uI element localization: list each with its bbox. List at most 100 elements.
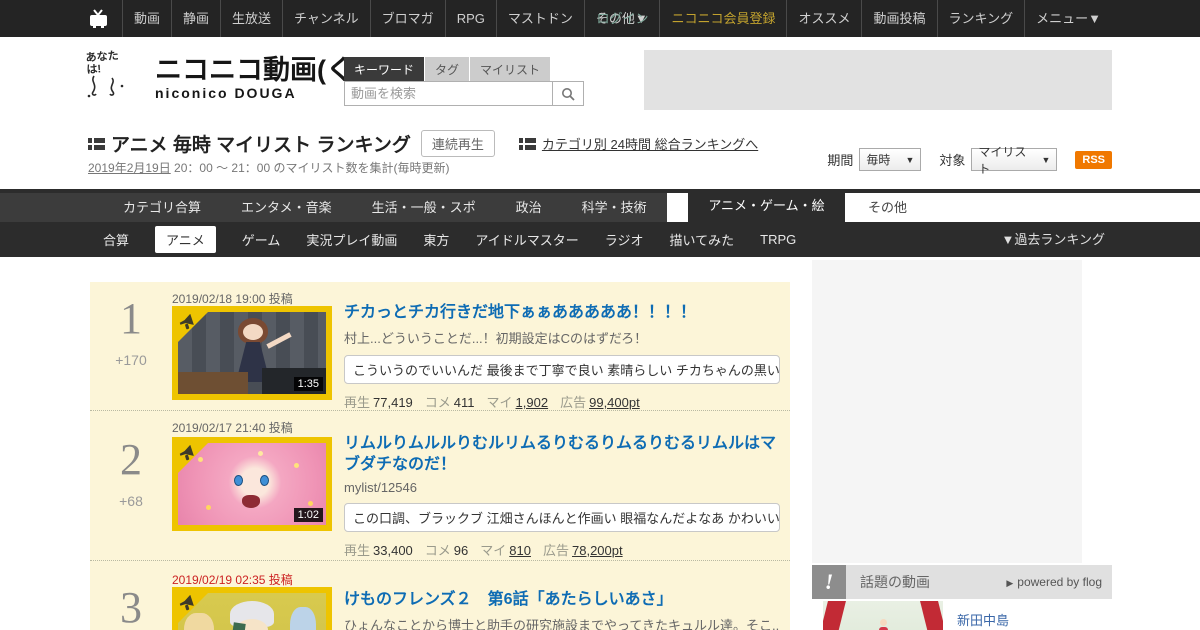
rank-number: 2 (90, 437, 172, 483)
login-link[interactable]: ログイン (585, 0, 659, 37)
video-thumbnail[interactable]: 1:02 (172, 437, 332, 531)
video-stats: 再生33,400コメ96マイ810広告78,200pt (344, 540, 780, 559)
target-select[interactable]: マイリスト ▼ (971, 148, 1057, 171)
comment-count: 96 (454, 543, 468, 558)
topic-videos-title: 話題の動画 (860, 572, 930, 592)
topic-video-link[interactable]: 新田中島 (957, 610, 1009, 629)
video-description: mylist/12546 (344, 480, 780, 495)
topbar-item-ranking[interactable]: ランキング (937, 0, 1025, 37)
rank-delta: +68 (90, 493, 172, 509)
continuous-play-button[interactable]: 連続再生 (421, 130, 495, 157)
video-thumbnail[interactable]: 1:35 (172, 306, 332, 400)
topic-videos-header: ! 話題の動画 ▶ powered by flog (812, 565, 1112, 599)
side-ad-placeholder (812, 260, 1082, 563)
target-value: マイリスト (978, 143, 1033, 177)
video-title-link[interactable]: けものフレンズ２ 第6話「あたらしいあさ」 (344, 589, 780, 610)
tab-category-all[interactable]: カテゴリ合算 (103, 193, 221, 222)
mylist-count-link[interactable]: 810 (509, 543, 531, 558)
topbar-item-rpg[interactable]: RPG (445, 0, 496, 37)
rank-cell: 2 +68 (90, 411, 172, 509)
topbar-item-video[interactable]: 動画 (122, 0, 171, 37)
topbar-item-recommend[interactable]: オススメ (786, 0, 861, 37)
category-tab-group: カテゴリ合算 エンタメ・音楽 生活・一般・スポ 政治 科学・技術 (0, 193, 667, 222)
page: 動画 静画 生放送 チャンネル ブロマガ RPG マストドン その他▼ ログイン… (0, 0, 1200, 630)
post-date-new: 2019/02/19 02:35 投稿 (172, 571, 293, 588)
topbar-item-menu[interactable]: メニュー▼ (1024, 0, 1112, 37)
chevron-down-icon: ▼ (905, 155, 914, 165)
topic-exclamation-icon: ! (812, 565, 846, 599)
logo-doodle: あなた は! (86, 50, 150, 105)
subtab-total[interactable]: 合算 (103, 230, 129, 249)
topbar-item-live[interactable]: 生放送 (220, 0, 282, 37)
tab-life-general[interactable]: 生活・一般・スポ (352, 193, 496, 222)
topic-video-thumbnail[interactable] (823, 601, 943, 630)
ad-points-link[interactable]: 99,400pt (589, 395, 640, 410)
ranking-list: 1 +170 2019/02/18 19:00 投稿 (90, 282, 790, 630)
subtab-game[interactable]: ゲーム (242, 230, 281, 249)
topbar-item-upload[interactable]: 動画投稿 (861, 0, 936, 37)
play-icon: ▶ (1006, 578, 1013, 588)
mylist-count-link[interactable]: 1,902 (516, 395, 549, 410)
register-link[interactable]: ニコニコ会員登録 (659, 0, 786, 37)
subtab-idolmaster[interactable]: アイドルマスター (475, 230, 578, 249)
target-label: 対象 (939, 150, 965, 169)
tab-other-category[interactable]: その他 (868, 193, 907, 222)
topbar-item-seiga[interactable]: 静画 (171, 0, 220, 37)
video-description: ひょんなことから博士と助手の研究施設までやってきたキュルル達。そこ... (344, 615, 780, 630)
topbar-item-channel[interactable]: チャンネル (282, 0, 370, 37)
past-ranking-link[interactable]: ▼過去ランキング (1002, 222, 1105, 257)
play-count-label: 再生 (344, 395, 370, 410)
powered-by-flog-link[interactable]: ▶ powered by flog (1006, 575, 1102, 589)
play-count-label: 再生 (344, 543, 370, 558)
powered-by-text: powered by flog (1017, 575, 1102, 589)
video-thumbnail[interactable] (172, 587, 332, 630)
subtab-touhou[interactable]: 東方 (423, 230, 449, 249)
rank-number: 1 (90, 296, 172, 342)
search-module: キーワード タグ マイリスト (344, 57, 584, 106)
post-date: 2019/02/17 21:40 投稿 (172, 419, 293, 436)
chevron-down-icon: ▼ (1041, 155, 1050, 165)
logo-sub-text: niconico DOUGA (155, 85, 362, 101)
topbar-item-blomaga[interactable]: ブロマガ (370, 0, 445, 37)
post-date: 2019/02/18 19:00 投稿 (172, 290, 293, 307)
rss-badge[interactable]: RSS (1075, 151, 1112, 169)
category-ranking-link[interactable]: カテゴリ別 24時間 総合ランキングへ (542, 134, 758, 153)
topbar-item-mastodon[interactable]: マストドン (496, 0, 584, 37)
ad-points-link[interactable]: 78,200pt (572, 543, 623, 558)
tab-entertainment[interactable]: エンタメ・音楽 (221, 193, 352, 222)
period-select[interactable]: 毎時 ▼ (859, 148, 921, 171)
ranking-item-1: 1 +170 2019/02/18 19:00 投稿 (90, 282, 790, 410)
subtab-trpg[interactable]: TRPG (760, 232, 796, 247)
ad-points-label: 広告 (560, 395, 586, 410)
search-tab-tag[interactable]: タグ (425, 57, 469, 81)
search-button[interactable] (553, 81, 584, 106)
search-tab-mylist[interactable]: マイリスト (470, 57, 550, 81)
subtab-radio[interactable]: ラジオ (605, 230, 644, 249)
topbar-left-menu: 動画 静画 生放送 チャンネル ブロマガ RPG マストドン その他▼ (122, 0, 659, 37)
subtab-anime-active[interactable]: アニメ (155, 226, 216, 253)
curtain-left (823, 601, 846, 630)
search-tab-keyword[interactable]: キーワード (344, 57, 424, 81)
tab-anime-game-art-active[interactable]: アニメ・ゲーム・絵 (688, 189, 845, 222)
page-title: アニメ 毎時 マイリスト ランキング (111, 130, 411, 157)
category-grid-icon (519, 138, 536, 150)
period-value: 毎時 (866, 151, 890, 168)
search-input[interactable] (344, 81, 553, 106)
video-stats: 再生77,419コメ411マイ1,902広告99,400pt (344, 392, 780, 411)
tab-science-tech[interactable]: 科学・技術 (562, 193, 667, 222)
site-logo[interactable]: ニコニコ動画(く) niconico DOUGA (155, 55, 362, 101)
tab-politics[interactable]: 政治 (496, 193, 562, 222)
rank-delta: +170 (90, 352, 172, 368)
ranking-item-2: 2 +68 2019/02/17 21:40 投稿 (90, 410, 790, 560)
rank-cell: 3 (90, 561, 172, 630)
video-description: 村上...どういうことだ...！初期設定はCのはずだろ！ (344, 328, 780, 347)
video-title-link[interactable]: リムルりムルルりむルリムるりむるりムるりむるリムルはマブダチなのだ！ (344, 433, 780, 475)
summary-date-link[interactable]: 2019年2月19日 (88, 161, 171, 175)
subtab-drawing[interactable]: 描いてみた (670, 230, 735, 249)
video-title-link[interactable]: チカっとチカ行きだ地下ぁぁあああああ！！！！ (344, 302, 780, 323)
global-topbar: 動画 静画 生放送 チャンネル ブロマガ RPG マストドン その他▼ ログイン… (0, 0, 1200, 37)
tv-icon[interactable] (88, 9, 112, 29)
logo-main-text: ニコニコ動画(く) (155, 55, 362, 85)
subtab-letsplay[interactable]: 実況プレイ動画 (306, 230, 397, 249)
ranking-controls: 期間 毎時 ▼ 対象 マイリスト ▼ RSS (827, 148, 1112, 171)
